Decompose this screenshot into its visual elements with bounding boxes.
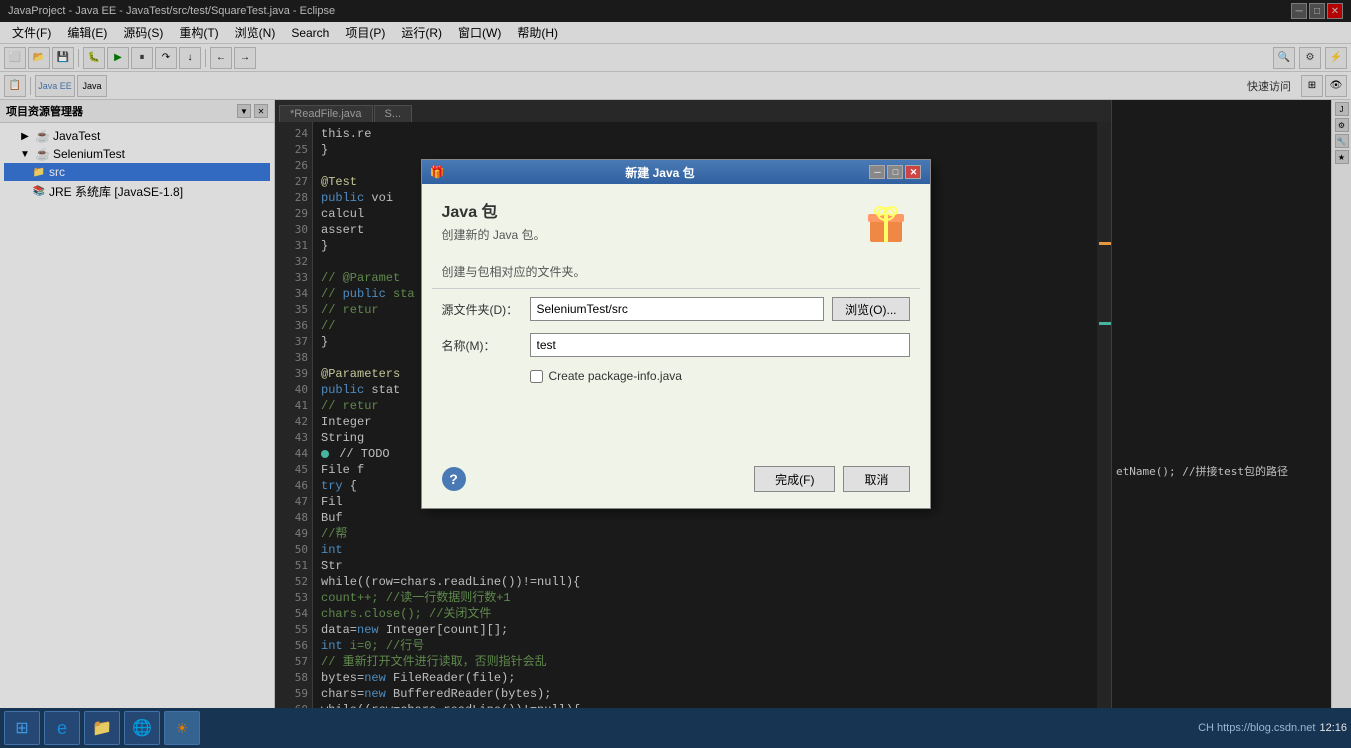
dialog-minimize-btn[interactable]: ─ [869, 165, 885, 179]
dialog-maximize-btn[interactable]: □ [887, 165, 903, 179]
source-label: 源文件夹(D)： [442, 301, 522, 318]
name-field: 名称(M)： [442, 333, 910, 357]
dialog-title-icon: 🎁 [430, 165, 445, 179]
package-info-label[interactable]: Create package-info.java [549, 369, 682, 383]
dialog-header-content: Java 包 创建新的 Java 包。 创建与包相对应的文件夹。 [442, 198, 846, 280]
source-input[interactable] [530, 297, 825, 321]
name-label: 名称(M)： [442, 337, 522, 354]
dialog-header: Java 包 创建新的 Java 包。 创建与包相对应的文件夹。 [422, 184, 930, 288]
gift-svg [862, 198, 910, 246]
checkbox-row: Create package-info.java [442, 369, 910, 383]
source-field: 源文件夹(D)： 浏览(O)... [442, 297, 910, 321]
dialog-title-controls: ─ □ ✕ [869, 165, 921, 179]
browse-button[interactable]: 浏览(O)... [832, 297, 909, 321]
dialog-middle-spacer [422, 427, 930, 455]
dialog-desc: 创建与包相对应的文件夹。 [442, 263, 846, 280]
dialog-subtitle: 创建新的 Java 包。 [442, 226, 846, 243]
finish-button[interactable]: 完成(F) [754, 466, 835, 492]
dialog-main-title: Java 包 [442, 198, 846, 222]
dialog-footer: ? 完成(F) 取消 [422, 454, 930, 508]
cancel-button[interactable]: 取消 [843, 466, 909, 492]
dialog-title-text: 新建 Java 包 [625, 164, 694, 181]
name-input[interactable] [530, 333, 910, 357]
package-info-checkbox[interactable] [530, 370, 543, 383]
new-java-package-dialog: 🎁 新建 Java 包 ─ □ ✕ Java 包 创建新的 Java 包。 创建… [421, 159, 931, 509]
dialog-body: 源文件夹(D)： 浏览(O)... 名称(M)： Create package-… [422, 289, 930, 427]
dialog-close-btn[interactable]: ✕ [905, 165, 921, 179]
dialog-icon-area [862, 198, 910, 246]
dialog-titlebar: 🎁 新建 Java 包 ─ □ ✕ [422, 160, 930, 184]
dialog-overlay: 🎁 新建 Java 包 ─ □ ✕ Java 包 创建新的 Java 包。 创建… [0, 0, 1351, 748]
help-button[interactable]: ? [442, 467, 466, 491]
